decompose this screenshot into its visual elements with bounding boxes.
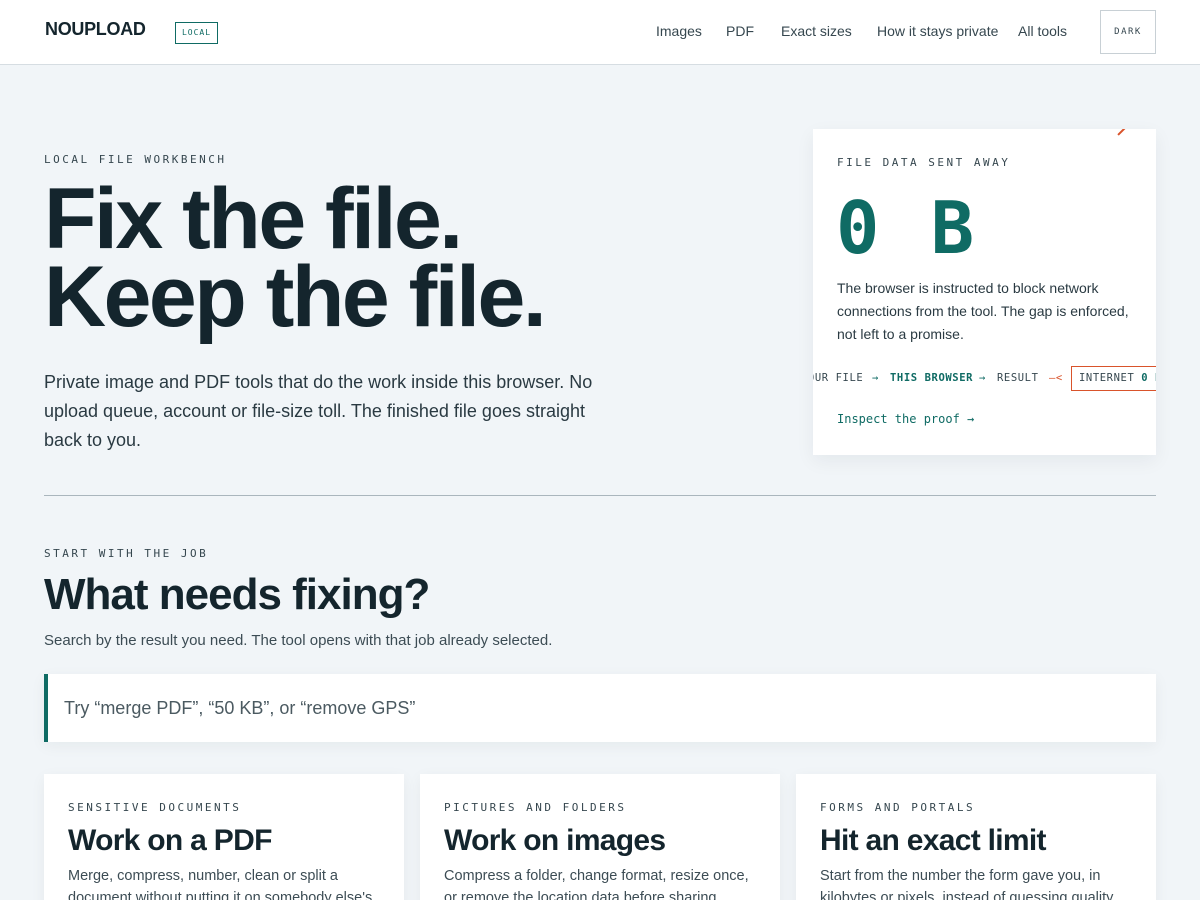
bytes-sent-value: 0 B	[836, 186, 979, 270]
hero-eyebrow: LOCAL FILE WORKBENCH	[44, 153, 227, 166]
card-pdf[interactable]: SENSITIVE DOCUMENTS Work on a PDF Merge,…	[44, 774, 404, 900]
nav-link-exact-sizes[interactable]: Exact sizes	[781, 23, 852, 39]
card-eyebrow: PICTURES AND FOLDERS	[444, 801, 627, 814]
card-description: Compress a folder, change format, resize…	[444, 868, 749, 900]
section-subtitle: Search by the result you need. The tool …	[44, 632, 553, 649]
card-eyebrow: SENSITIVE DOCUMENTS	[68, 801, 242, 814]
card-title: Hit an exact limit	[820, 824, 1047, 857]
dark-mode-button[interactable]: DARK	[1100, 10, 1156, 54]
hero-title: Fix the file. Keep the file.	[44, 171, 764, 345]
nav-link-all-tools[interactable]: All tools	[1018, 23, 1067, 39]
hero-description: Private image and PDF tools that do the …	[44, 372, 593, 450]
accent-mark-icon	[1117, 129, 1129, 136]
card-description: Start from the number the form gave you,…	[820, 868, 1117, 900]
proof-description: The browser is instructed to block netwo…	[837, 280, 1129, 342]
card-eyebrow: FORMS AND PORTALS	[820, 801, 976, 814]
section-divider	[44, 495, 1156, 496]
inspect-proof-link[interactable]: Inspect the proof →	[837, 412, 974, 426]
flow-this-browser: THIS BROWSER	[890, 372, 974, 384]
card-images[interactable]: PICTURES AND FOLDERS Work on images Comp…	[420, 774, 780, 900]
arrow-right-icon: →	[872, 372, 879, 384]
flow-internet-value: 0 B	[1141, 372, 1156, 384]
flow-your-file: YOUR FILE	[813, 372, 864, 384]
privacy-proof-card: FILE DATA SENT AWAY 0 B The browser is i…	[813, 129, 1156, 455]
flow-result: RESULT	[997, 372, 1039, 384]
site-header: NOUPLOAD LOCAL Images PDF Exact sizes Ho…	[0, 0, 1200, 65]
hero-title-line-2: Keep the file.	[44, 249, 547, 345]
proof-label: FILE DATA SENT AWAY	[837, 156, 1011, 169]
card-title: Work on images	[444, 824, 666, 857]
section-title: What needs fixing?	[44, 570, 430, 619]
tool-search-input[interactable]	[44, 674, 1156, 742]
card-description: Merge, compress, number, clean or split …	[68, 868, 373, 900]
hero-title-line-1: Fix the file.	[44, 171, 463, 267]
card-exact-limit[interactable]: FORMS AND PORTALS Hit an exact limit Sta…	[796, 774, 1156, 900]
flow-internet-box: INTERNET 0 B	[1071, 366, 1156, 391]
nav-link-privacy[interactable]: How it stays private	[877, 23, 998, 39]
flow-internet: INTERNET	[1079, 372, 1135, 384]
nav-link-pdf[interactable]: PDF	[726, 23, 754, 39]
nav-link-images[interactable]: Images	[656, 23, 702, 39]
section-eyebrow: START WITH THE JOB	[44, 547, 209, 560]
arrow-right-icon: →	[979, 372, 986, 384]
main-nav: Images PDF Exact sizes How it stays priv…	[0, 23, 1200, 41]
blocked-arrow-icon: —<	[1049, 372, 1063, 384]
card-title: Work on a PDF	[68, 824, 272, 857]
